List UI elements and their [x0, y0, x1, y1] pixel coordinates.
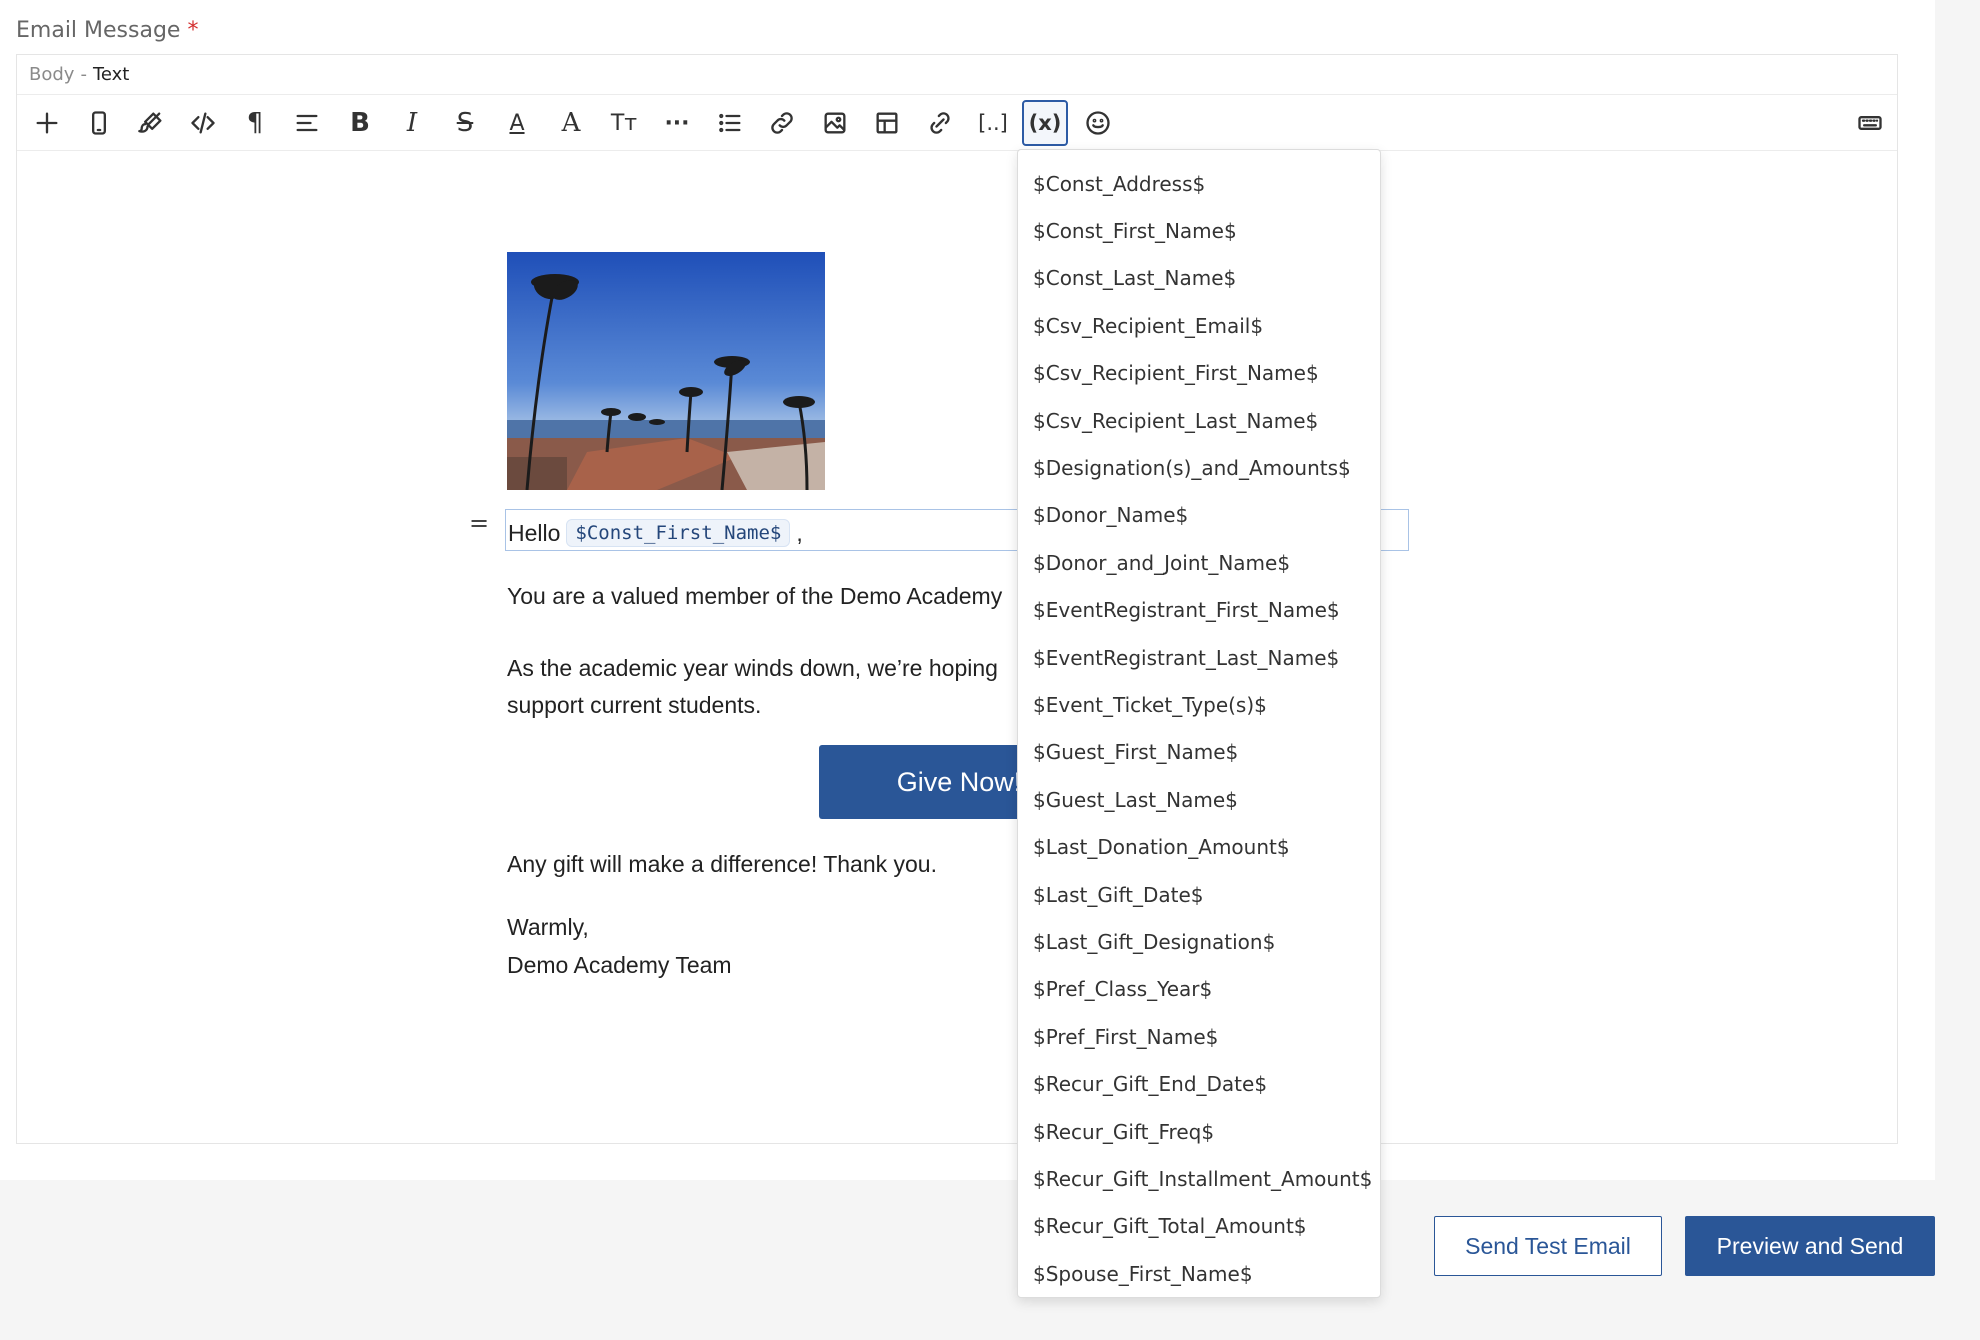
- mobile-preview-button[interactable]: [76, 100, 122, 146]
- italic-button[interactable]: I: [389, 100, 435, 146]
- insert-variable-button[interactable]: (x): [1022, 100, 1068, 146]
- code-icon: [191, 112, 215, 134]
- greeting-text: Hello: [508, 519, 561, 546]
- paragraph-any-gift: Any gift will make a difference! Thank y…: [507, 851, 937, 877]
- brush-icon: [138, 112, 162, 133]
- variable-option[interactable]: $Csv_Recipient_Last_Name$: [1018, 397, 1380, 444]
- insert-table-button[interactable]: [864, 100, 910, 146]
- variable-option[interactable]: $Recur_Gift_Total_Amount$: [1018, 1203, 1380, 1250]
- insert-button[interactable]: [24, 100, 70, 146]
- list-button[interactable]: [707, 100, 753, 146]
- variable-option[interactable]: $Csv_Recipient_Email$: [1018, 302, 1380, 349]
- list-icon: [719, 113, 741, 133]
- align-button[interactable]: [284, 100, 330, 146]
- mode-bar: Body - Text: [17, 55, 1897, 95]
- variable-option[interactable]: $Donor_Name$: [1018, 492, 1380, 539]
- variable-option[interactable]: $Recur_Gift_Freq$: [1018, 1108, 1380, 1155]
- signoff-team: Demo Academy Team: [507, 952, 732, 978]
- variable-option[interactable]: $Last_Donation_Amount$: [1018, 823, 1380, 870]
- variable-option[interactable]: $Const_Last_Name$: [1018, 255, 1380, 302]
- mode-separator: -: [80, 64, 87, 85]
- variable-option[interactable]: $Const_First_Name$: [1018, 207, 1380, 254]
- footer-bar: [0, 1180, 1980, 1340]
- special-characters-button[interactable]: [..]: [970, 100, 1016, 146]
- variable-option[interactable]: $Guest_Last_Name$: [1018, 776, 1380, 823]
- keyboard-shortcuts-button[interactable]: [1847, 100, 1893, 146]
- hero-image[interactable]: [507, 252, 825, 490]
- bracket-icon: [..]: [978, 111, 1008, 135]
- font-size-icon: Tт: [610, 110, 638, 136]
- keyboard-icon: [1858, 116, 1882, 130]
- plus-icon: [36, 112, 58, 134]
- variable-option[interactable]: $Designation(s)_and_Amounts$: [1018, 444, 1380, 491]
- variable-option[interactable]: $Last_Gift_Designation$: [1018, 918, 1380, 965]
- label-text: Email Message: [16, 18, 181, 43]
- email-message-label: Email Message *: [16, 18, 198, 43]
- font-color-icon: A: [509, 110, 525, 136]
- variables-dropdown: $Const_Address$ $Const_First_Name$ $Const_…: [1017, 149, 1381, 1298]
- variable-option[interactable]: $EventRegistrant_First_Name$: [1018, 587, 1380, 634]
- strikethrough-button[interactable]: S: [442, 100, 488, 146]
- variable-option[interactable]: $Pref_Class_Year$: [1018, 966, 1380, 1013]
- variable-option[interactable]: $Pref_First_Name$: [1018, 1013, 1380, 1060]
- code-view-button[interactable]: [180, 100, 226, 146]
- paragraph-academic-year-line2: support current students.: [507, 692, 762, 718]
- bold-icon: B: [350, 108, 370, 138]
- strikethrough-icon: S: [456, 108, 474, 138]
- variable-option[interactable]: $Donor_and_Joint_Name$: [1018, 539, 1380, 586]
- palm-beach-illustration: [507, 252, 825, 490]
- font-color-button[interactable]: A: [494, 100, 540, 146]
- variable-option[interactable]: $Last_Gift_Date$: [1018, 871, 1380, 918]
- insert-link-button[interactable]: [759, 100, 805, 146]
- page-right-gutter: [1935, 0, 1980, 1180]
- table-icon: [876, 112, 898, 134]
- paragraph-icon: ¶: [246, 108, 264, 138]
- variable-option[interactable]: $Const_Address$: [1018, 160, 1380, 207]
- variable-option[interactable]: $EventRegistrant_Last_Name$: [1018, 634, 1380, 681]
- font-family-icon: A: [561, 108, 581, 138]
- link-settings-button[interactable]: [917, 100, 963, 146]
- paragraph-academic-year-line1: As the academic year winds down, we’re h…: [507, 655, 998, 681]
- preview-and-send-button[interactable]: Preview and Send: [1685, 1216, 1935, 1276]
- mobile-icon: [92, 111, 106, 135]
- link-icon: [771, 112, 793, 134]
- variable-option[interactable]: $Spouse_First_Name$: [1018, 1250, 1380, 1297]
- signoff-warmly: Warmly,: [507, 914, 589, 940]
- image-icon: [824, 112, 846, 134]
- chain-icon: [930, 112, 950, 134]
- emoji-button[interactable]: [1075, 100, 1121, 146]
- font-size-button[interactable]: Tт: [601, 100, 647, 146]
- email-body[interactable]: = Hello $Const_First_Name$ , You are a v…: [17, 152, 1897, 1142]
- font-family-button[interactable]: A: [548, 100, 594, 146]
- greeting-suffix: ,: [796, 519, 803, 546]
- variable-option[interactable]: $Event_Ticket_Type(s)$: [1018, 681, 1380, 728]
- variable-token[interactable]: $Const_First_Name$: [566, 519, 791, 547]
- insert-image-button[interactable]: [812, 100, 858, 146]
- bold-button[interactable]: B: [337, 100, 383, 146]
- paragraph-format-button[interactable]: ¶: [232, 100, 278, 146]
- variable-icon: (x): [1028, 111, 1062, 135]
- variable-option[interactable]: $Recur_Gift_Installment_Amount$: [1018, 1155, 1380, 1202]
- more-icon: ···: [664, 110, 690, 136]
- variable-option[interactable]: $Csv_Recipient_First_Name$: [1018, 350, 1380, 397]
- body-label: Body: [29, 64, 75, 85]
- block-drag-handle[interactable]: =: [469, 509, 489, 537]
- more-text-button[interactable]: ···: [654, 100, 700, 146]
- editor-toolbar: ¶ B I S A A Tт ··· [..] (x): [17, 95, 1897, 151]
- paragraph-valued-member: You are a valued member of the Demo Acad…: [507, 583, 1003, 609]
- align-left-icon: [296, 114, 318, 132]
- variable-option[interactable]: $Recur_Gift_End_Date$: [1018, 1060, 1380, 1107]
- styles-button[interactable]: [128, 100, 174, 146]
- smiley-icon: [1086, 111, 1110, 135]
- required-mark: *: [187, 18, 199, 43]
- italic-icon: I: [406, 108, 418, 138]
- mode-text[interactable]: Text: [93, 64, 129, 85]
- variable-option[interactable]: $Guest_First_Name$: [1018, 729, 1380, 776]
- send-test-email-button[interactable]: Send Test Email: [1434, 1216, 1662, 1276]
- email-editor: Body - Text ¶ B I S A A Tт ··· [..] (x) …: [16, 54, 1898, 1144]
